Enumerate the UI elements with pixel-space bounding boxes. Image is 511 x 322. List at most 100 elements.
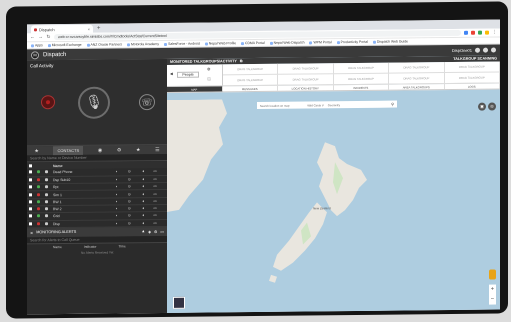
close-tab-icon[interactable]: × xyxy=(88,26,90,31)
row-checkbox[interactable] xyxy=(29,178,32,182)
extension-icon[interactable] xyxy=(485,30,489,35)
extension-icon[interactable] xyxy=(471,30,475,35)
row-checkbox[interactable] xyxy=(29,185,32,189)
device-icon xyxy=(45,221,48,225)
zoom-in-button[interactable]: + xyxy=(489,284,496,294)
bell-icon[interactable]: ▲ xyxy=(141,230,145,234)
avatar-icon[interactable] xyxy=(475,47,480,53)
favorite-icon[interactable]: ★ xyxy=(136,147,140,153)
talkgroup-slot[interactable]: DRAG TALKGROUP xyxy=(389,62,445,74)
settings-icon[interactable]: ⚙ xyxy=(154,229,157,234)
device-icon xyxy=(45,185,48,189)
row-checkbox[interactable] xyxy=(29,207,32,211)
gear-icon[interactable]: ⚙ xyxy=(117,147,121,153)
motorola-logo-icon: M xyxy=(31,50,39,59)
filter-icon[interactable]: ◈ xyxy=(148,229,151,234)
list-icon[interactable]: ☰ xyxy=(155,147,159,153)
call-icon[interactable]: ☏ xyxy=(139,94,155,111)
people-select[interactable]: People xyxy=(177,71,199,78)
zoom-out-button[interactable]: − xyxy=(489,294,496,304)
bookmark-item[interactable]: Nepal Web Profile xyxy=(204,41,236,46)
bookmark-item[interactable]: Microsoft Exchange xyxy=(47,43,82,47)
select-all-checkbox[interactable] xyxy=(29,163,32,167)
map-view[interactable]: Search location on map Wild Cards V Geom… xyxy=(167,96,500,313)
speaker-icon[interactable]: ◀ xyxy=(170,72,173,76)
settings-icon[interactable]: ⚙ xyxy=(207,66,211,71)
tab-contacts[interactable]: CONTACTS xyxy=(53,145,84,156)
bookmark-item[interactable]: SalesForce - Android xyxy=(164,42,200,46)
bookmark-item[interactable]: WPM Portal xyxy=(309,40,332,44)
compass-icon[interactable]: ◎ xyxy=(488,102,496,111)
extension-icon[interactable] xyxy=(464,30,468,35)
talkgroup-slot[interactable]: DRAG TALKGROUP xyxy=(278,74,334,86)
menu-icon[interactable]: ⋮ xyxy=(492,29,497,35)
browser-tab[interactable]: Dispatch × xyxy=(31,24,93,34)
left-panel: Call Activity 🎙 ☏ ★ CONTACTS ◉ ⚙ ★ ☰ Sea… xyxy=(27,58,167,315)
scanning-label: TALKGROUP SCANNING xyxy=(453,56,497,61)
settings-icon[interactable] xyxy=(491,47,496,53)
expand-icon[interactable]: ▭ xyxy=(160,229,164,234)
back-icon[interactable]: ← xyxy=(30,34,35,40)
tab-incidents[interactable]: INCIDENTS xyxy=(333,84,389,91)
column-time-header[interactable]: Time xyxy=(118,245,125,249)
bookmark-item[interactable]: ANZ Oracle Partners xyxy=(86,42,122,47)
bookmark-item[interactable]: Motorola Academy xyxy=(126,42,159,46)
device-icon xyxy=(45,192,48,196)
alerts-title: MONITORING ALERTS xyxy=(36,230,77,235)
street-view-pegman-icon[interactable] xyxy=(489,269,496,280)
talkgroup-slot[interactable]: DRAG TALKGROUP xyxy=(333,62,390,75)
bookmark-item[interactable]: Apps xyxy=(31,43,43,47)
map-place-label: New Zealand xyxy=(313,206,331,211)
forward-icon[interactable]: → xyxy=(38,34,43,40)
bookmark-item[interactable]: Productivity Portal xyxy=(336,40,368,44)
extension-icon[interactable] xyxy=(478,30,482,35)
map-search-input[interactable]: Search location on map Wild Cards V Geom… xyxy=(257,100,397,109)
layers-icon[interactable]: ▣ xyxy=(478,102,486,111)
device-icon xyxy=(45,207,48,211)
ptt-microphone-button[interactable]: 🎙 xyxy=(78,86,110,119)
talkgroup-slot[interactable]: DRAG TALKGROUP xyxy=(223,74,279,87)
close-icon[interactable]: ✕ xyxy=(30,230,33,235)
bookmark-item[interactable]: Nepal Web Dispatch xyxy=(269,41,304,45)
layer-select[interactable]: Geometry xyxy=(328,103,340,107)
call-activity-panel: Call Activity 🎙 ☏ xyxy=(27,58,167,147)
filter-select[interactable]: Wild Cards V xyxy=(307,103,323,107)
device-icon xyxy=(45,200,48,204)
bookmark-item[interactable]: Dispatch Web Guide xyxy=(372,39,408,44)
reload-icon[interactable]: ↻ xyxy=(46,34,51,40)
user-area: DispOne01 xyxy=(452,47,496,53)
bookmark-item[interactable]: CDMA Portal xyxy=(241,41,265,45)
new-tab-button[interactable]: + xyxy=(93,25,105,33)
row-checkbox[interactable] xyxy=(29,222,32,226)
emergency-button[interactable] xyxy=(41,95,55,110)
star-icon[interactable]: ★ xyxy=(34,148,38,154)
map-landmass xyxy=(167,99,367,283)
group-icon[interactable]: ◉ xyxy=(98,147,102,153)
tab-map[interactable]: MAP xyxy=(167,86,223,92)
talkgroup-slot[interactable]: DRAG TALKGROUP xyxy=(223,63,279,76)
column-name-header[interactable]: Name xyxy=(53,245,62,249)
talkgroup-slot[interactable]: DRAG TALKGROUP xyxy=(444,61,500,74)
location-pin-icon[interactable]: ⚲ xyxy=(391,102,394,107)
info-icon[interactable]: ⓘ xyxy=(207,76,211,82)
status-icon xyxy=(37,207,40,211)
row-checkbox[interactable] xyxy=(29,200,32,204)
zoom-control: + − xyxy=(489,284,496,305)
device-icon xyxy=(45,214,48,218)
row-checkbox[interactable] xyxy=(29,214,32,218)
tab-area-talkgroups[interactable]: AREA TALKGROUPS xyxy=(389,84,445,90)
tab-logs[interactable]: LOGS xyxy=(444,83,500,90)
talkgroup-slot[interactable]: DRAG TALKGROUP xyxy=(389,73,445,85)
tab-messages[interactable]: MESSAGES xyxy=(222,85,278,92)
talkgroup-slot[interactable]: DRAG TALKGROUP xyxy=(278,63,334,75)
talkgroup-slot[interactable]: DRAG TALKGROUP xyxy=(333,73,390,86)
favicon-icon xyxy=(34,27,37,31)
satellite-toggle-thumbnail[interactable] xyxy=(173,296,185,309)
row-checkbox[interactable] xyxy=(29,192,32,196)
tab-location-history[interactable]: LOCATION HISTORY xyxy=(278,85,334,91)
popout-icon[interactable]: ⧉ xyxy=(240,59,243,63)
column-indicator-header[interactable]: Indicator xyxy=(84,245,97,249)
row-checkbox[interactable] xyxy=(29,170,32,174)
help-icon[interactable] xyxy=(483,47,488,53)
talkgroup-slot[interactable]: DRAG TALKGROUP xyxy=(444,72,500,85)
